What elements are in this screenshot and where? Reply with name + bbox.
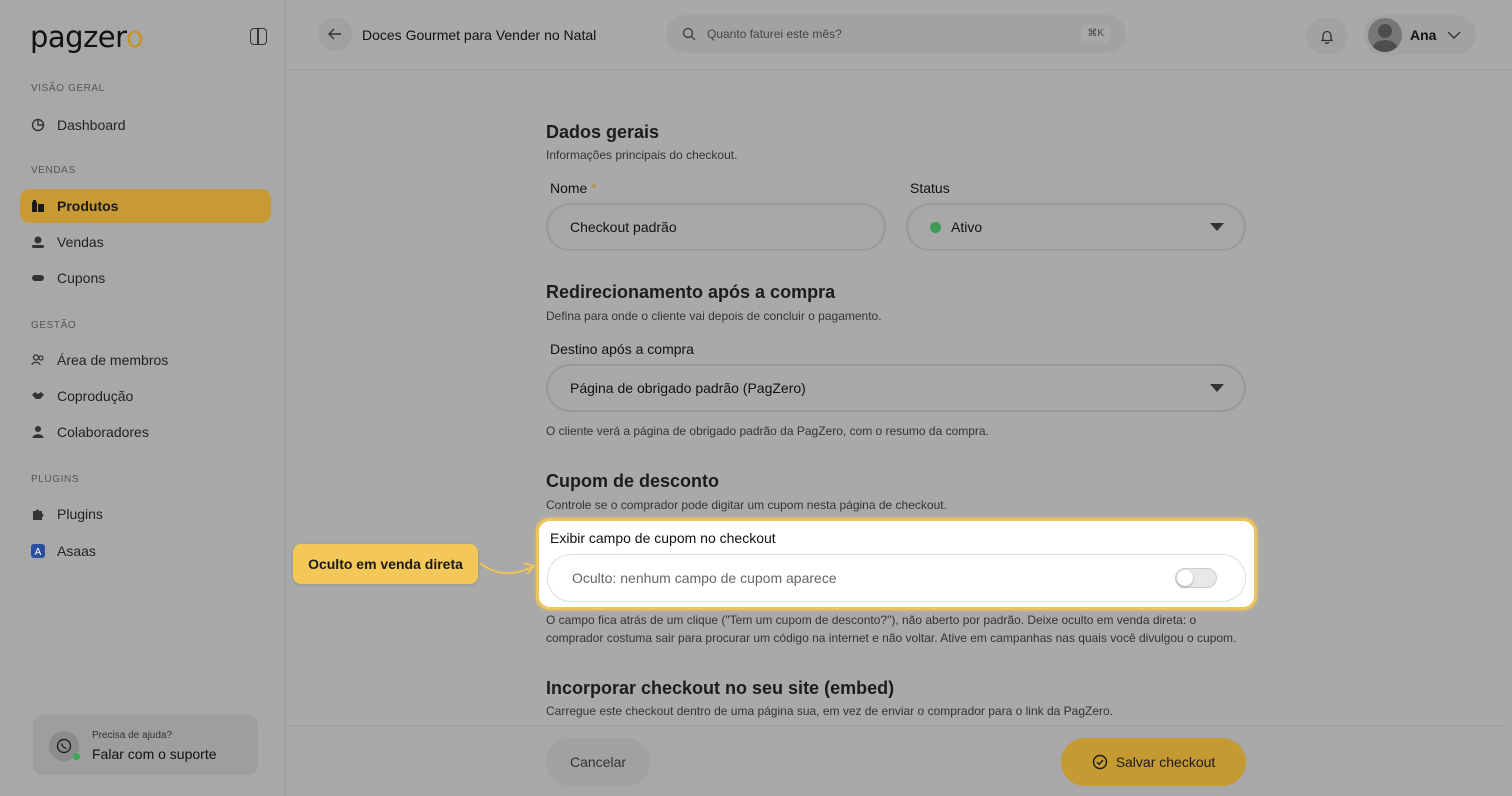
destination-select[interactable]: Página de obrigado padrão (PagZero) (546, 364, 1246, 412)
sidebar-item-products[interactable]: Produtos (20, 189, 271, 223)
destination-label: Destino após a compra (550, 341, 694, 357)
status-label: Status (910, 180, 950, 196)
sidebar-item-label: Vendas (57, 234, 104, 250)
general-section-title: Dados gerais (546, 122, 660, 142)
top-header: Doces Gourmet para Vender no Natal Quant… (286, 0, 1512, 70)
members-icon (31, 353, 45, 367)
sidebar-item-label: Área de membros (57, 352, 169, 368)
sidebar-item-coupons[interactable]: Cupons (20, 261, 271, 295)
arrow-left-icon (328, 28, 341, 40)
coupon-field-highlight: Exibir campo de cupom no checkout Oculto… (536, 518, 1257, 610)
dashboard-icon (31, 118, 45, 132)
section-title-management: GESTÃO (31, 320, 77, 331)
tooltip-callout: Oculto em venda direta (293, 544, 478, 584)
name-input-value: Checkout padrão (570, 219, 677, 235)
support-help-text: Precisa de ajuda? (92, 730, 173, 741)
sidebar-item-collaborators[interactable]: Colaboradores (20, 415, 271, 449)
bell-icon (1320, 30, 1334, 44)
puzzle-icon (31, 507, 45, 521)
logo[interactable]: pagzero (30, 20, 144, 54)
search-icon (682, 27, 696, 41)
toggle-knob (1177, 570, 1193, 586)
page-title: Doces Gourmet para Vender no Natal (362, 27, 597, 43)
save-button-label: Salvar checkout (1115, 754, 1216, 770)
sidebar-item-coproduction[interactable]: Coprodução (20, 379, 271, 413)
sidebar-item-plugins[interactable]: Plugins (20, 497, 271, 531)
sidebar-item-label: Asaas (57, 543, 96, 559)
caret-down-icon (1210, 223, 1224, 231)
sidebar: pagzero VISÃO GERAL Dashboard VENDAS Pro… (0, 0, 286, 796)
asaas-icon: A (31, 544, 45, 558)
caret-down-icon (1210, 384, 1224, 392)
notifications-button[interactable] (1306, 17, 1348, 55)
sidebar-item-asaas[interactable]: A Asaas (20, 534, 271, 568)
user-menu[interactable]: Ana (1364, 15, 1476, 55)
sidebar-item-dashboard[interactable]: Dashboard (20, 108, 271, 142)
save-checkout-button[interactable]: Salvar checkout (1061, 738, 1246, 786)
handshake-icon (31, 389, 45, 403)
section-title-plugins: PLUGINS (31, 474, 80, 485)
products-icon (31, 199, 45, 213)
section-title-sales: VENDAS (31, 165, 76, 176)
cancel-button[interactable]: Cancelar (546, 738, 650, 786)
embed-section-subtitle: Carregue este checkout dentro de uma pág… (546, 704, 1113, 718)
coupon-toggle[interactable] (1175, 568, 1217, 588)
support-card[interactable]: Precisa de ajuda? Falar com o suporte (33, 715, 258, 775)
back-button[interactable] (318, 17, 352, 51)
support-link[interactable]: Falar com o suporte (92, 746, 217, 762)
sidebar-item-label: Dashboard (57, 117, 126, 133)
coupon-section-title: Cupom de desconto (546, 471, 720, 491)
coupon-visibility-value: Oculto: nenhum campo de cupom aparece (572, 570, 837, 586)
sales-icon (31, 235, 45, 249)
form-footer: Cancelar Salvar checkout (287, 725, 1506, 796)
sidebar-item-label: Produtos (57, 198, 119, 214)
name-label: Nome * (550, 180, 597, 196)
avatar (1368, 18, 1402, 52)
redirect-section-title: Redirecionamento após a compra (546, 282, 836, 302)
search-shortcut-badge: ⌘K (1081, 25, 1110, 43)
coupon-note: O campo fica atrás de um clique ("Tem um… (546, 613, 1237, 645)
embed-section-title: Incorporar checkout no seu site (embed) (546, 678, 895, 698)
chevron-down-icon (1447, 31, 1461, 39)
status-active-dot (930, 221, 941, 233)
sidebar-item-members[interactable]: Área de membros (20, 343, 271, 377)
sidebar-item-sales[interactable]: Vendas (20, 225, 271, 259)
redirect-section-subtitle: Defina para onde o cliente vai depois de… (546, 309, 882, 323)
coupon-icon (31, 271, 45, 285)
sidebar-toggle-icon[interactable] (250, 28, 267, 45)
sidebar-item-label: Coprodução (57, 388, 134, 404)
callout-arrow-icon (479, 562, 536, 575)
section-title-overview: VISÃO GERAL (31, 83, 105, 94)
search-placeholder: Quanto faturei este mês? (707, 27, 842, 41)
svg-text:A: A (35, 547, 42, 558)
check-circle-icon (1092, 754, 1107, 770)
online-status-dot (73, 753, 80, 760)
status-value: Ativo (951, 219, 983, 235)
user-name: Ana (1410, 27, 1437, 43)
destination-note: O cliente verá a página de obrigado padr… (546, 424, 989, 438)
sidebar-item-label: Plugins (57, 506, 103, 522)
general-section-subtitle: Informações principais do checkout. (546, 148, 738, 162)
status-select[interactable]: Ativo (906, 203, 1246, 251)
collaborators-icon (31, 425, 45, 439)
search-input[interactable]: Quanto faturei este mês? ⌘K (666, 15, 1126, 53)
destination-value: Página de obrigado padrão (PagZero) (570, 380, 806, 396)
coupon-field-label: Exibir campo de cupom no checkout (550, 530, 776, 546)
name-input[interactable]: Checkout padrão (546, 203, 886, 251)
sidebar-item-label: Cupons (57, 270, 106, 286)
sidebar-item-label: Colaboradores (57, 424, 149, 440)
coupon-section-subtitle: Controle se o comprador pode digitar um … (546, 498, 947, 512)
coupon-visibility-field[interactable]: Oculto: nenhum campo de cupom aparece (547, 554, 1246, 602)
